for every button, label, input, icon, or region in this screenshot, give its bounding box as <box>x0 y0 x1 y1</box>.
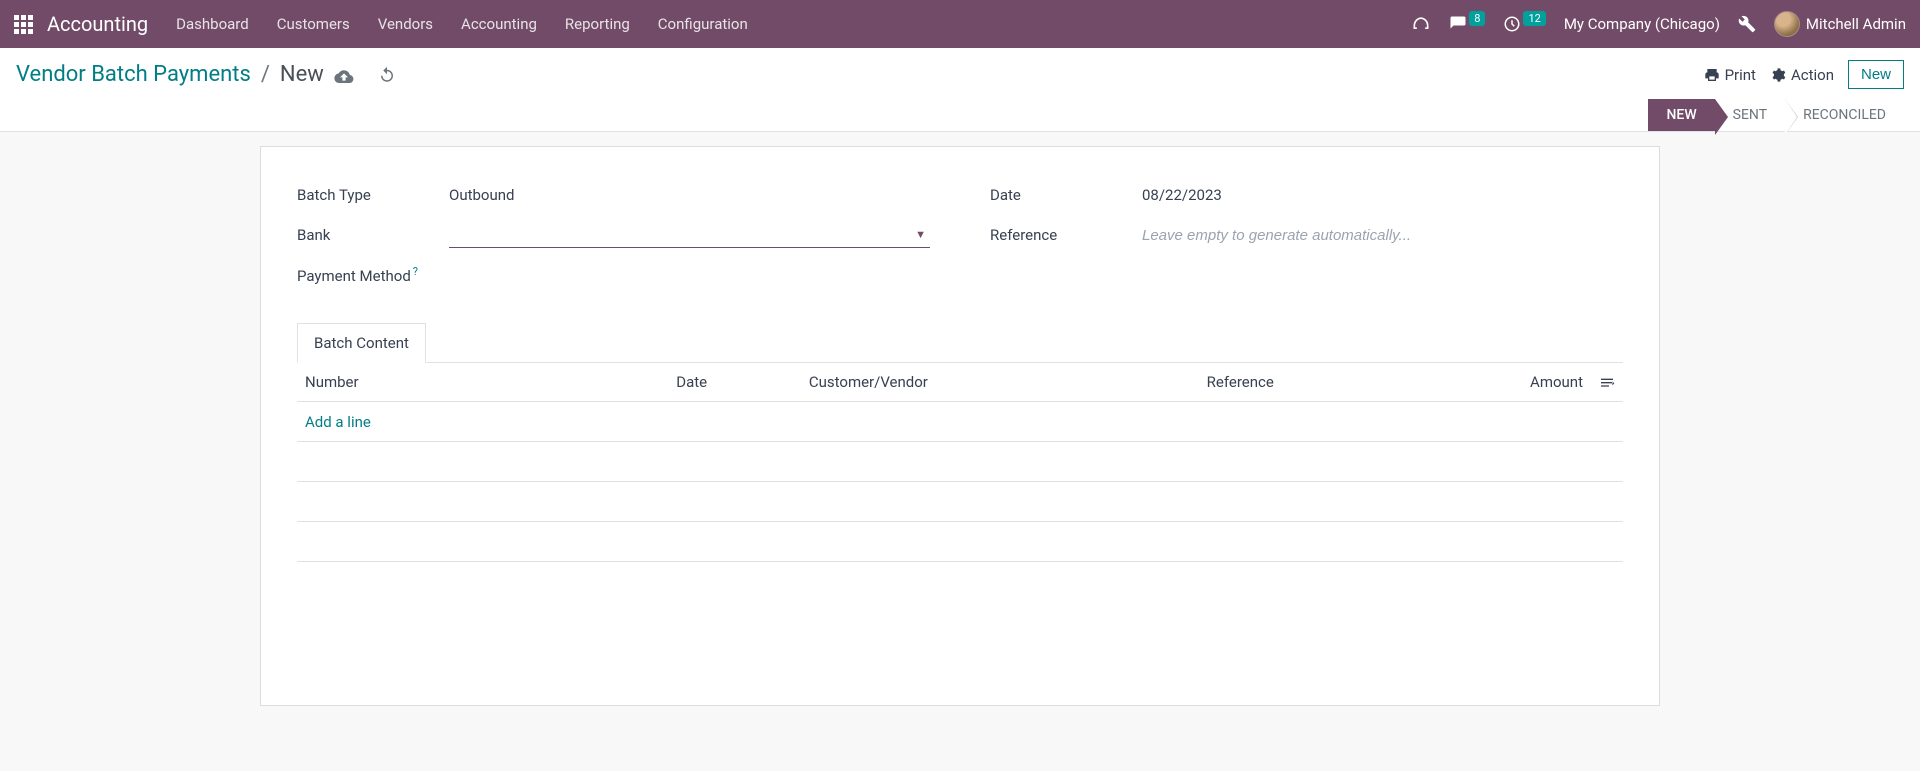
control-panel: Vendor Batch Payments / New Print Action… <box>0 48 1920 132</box>
date-label: Date <box>990 186 1142 204</box>
debug-icon[interactable] <box>1738 15 1756 33</box>
activities-badge: 12 <box>1523 11 1545 26</box>
new-button[interactable]: New <box>1848 60 1904 89</box>
column-options-icon[interactable] <box>1599 374 1615 390</box>
messages-badge: 8 <box>1469 11 1485 26</box>
nav-item-vendors[interactable]: Vendors <box>378 15 433 33</box>
statusbar: NEW SENT RECONCILED <box>1648 99 1904 131</box>
col-amount: Amount <box>1464 363 1591 402</box>
table-row <box>297 442 1623 482</box>
status-step-reconciled[interactable]: RECONCILED <box>1785 99 1904 131</box>
nav-item-reporting[interactable]: Reporting <box>565 15 630 33</box>
breadcrumb-separator: / <box>261 62 270 87</box>
status-step-new[interactable]: NEW <box>1648 99 1714 131</box>
activities-icon[interactable]: 12 <box>1503 15 1545 33</box>
help-icon[interactable]: ? <box>413 265 418 278</box>
add-line-link[interactable]: Add a line <box>305 413 371 431</box>
bank-select[interactable]: ▼ <box>449 222 930 248</box>
col-number: Number <box>297 363 668 402</box>
batch-type-label: Batch Type <box>297 186 449 204</box>
batch-lines-table: Number Date Customer/Vendor Reference Am… <box>297 363 1623 562</box>
breadcrumb: Vendor Batch Payments / New <box>16 62 396 87</box>
company-selector[interactable]: My Company (Chicago) <box>1564 15 1720 33</box>
nav-item-configuration[interactable]: Configuration <box>658 15 748 33</box>
navbar-right: 8 12 My Company (Chicago) Mitchell Admin <box>1411 11 1906 37</box>
messages-icon[interactable]: 8 <box>1449 15 1485 33</box>
batch-type-value: Outbound <box>449 186 515 204</box>
gear-icon <box>1770 67 1786 83</box>
tabs: Batch Content <box>297 323 1623 363</box>
reference-label: Reference <box>990 226 1142 244</box>
print-icon <box>1704 67 1720 83</box>
sheet-background: Batch Type Outbound Bank ▼ Payment Metho… <box>0 132 1920 720</box>
nav-item-accounting[interactable]: Accounting <box>461 15 537 33</box>
payment-method-label: Payment Method? <box>297 265 449 285</box>
date-value[interactable]: 08/22/2023 <box>1142 186 1222 204</box>
reference-input[interactable] <box>1142 223 1623 248</box>
col-date: Date <box>668 363 801 402</box>
voip-icon[interactable] <box>1411 14 1431 34</box>
form-sheet: Batch Type Outbound Bank ▼ Payment Metho… <box>260 146 1660 706</box>
bank-label: Bank <box>297 226 449 244</box>
tab-batch-content[interactable]: Batch Content <box>297 323 426 363</box>
nav-item-customers[interactable]: Customers <box>277 15 350 33</box>
breadcrumb-current: New <box>280 62 324 87</box>
table-row <box>297 482 1623 522</box>
user-menu[interactable]: Mitchell Admin <box>1774 11 1906 37</box>
breadcrumb-parent[interactable]: Vendor Batch Payments <box>16 62 251 87</box>
table-row: Add a line <box>297 402 1623 442</box>
discard-icon[interactable] <box>378 66 396 84</box>
user-name: Mitchell Admin <box>1806 15 1906 33</box>
main-navbar: Accounting Dashboard Customers Vendors A… <box>0 0 1920 48</box>
apps-menu-icon[interactable] <box>14 15 33 34</box>
print-button[interactable]: Print <box>1704 66 1756 84</box>
avatar <box>1774 11 1800 37</box>
col-partner: Customer/Vendor <box>801 363 1199 402</box>
app-name[interactable]: Accounting <box>47 12 148 36</box>
table-row <box>297 522 1623 562</box>
cloud-save-icon[interactable] <box>334 67 354 83</box>
bank-input[interactable] <box>449 222 930 247</box>
nav-item-dashboard[interactable]: Dashboard <box>176 15 249 33</box>
nav-menu: Dashboard Customers Vendors Accounting R… <box>176 15 1411 33</box>
action-button[interactable]: Action <box>1770 66 1834 84</box>
col-reference: Reference <box>1199 363 1464 402</box>
cp-actions: Print Action New <box>1704 60 1904 89</box>
